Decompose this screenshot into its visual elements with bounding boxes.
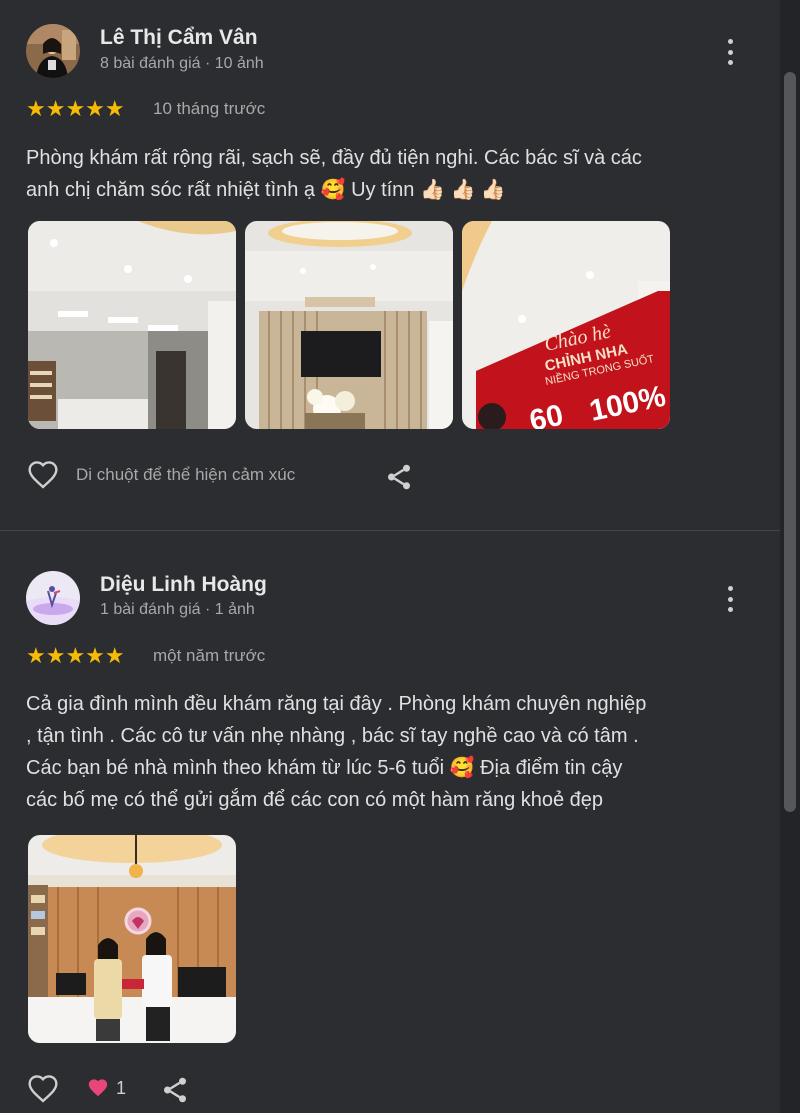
review-card: Diệu Linh Hoàng 1 bài đánh giá · 1 ảnh ★… [0, 531, 780, 1113]
reviewer-meta: 8 bài đánh giá · 10 ảnh [100, 55, 264, 72]
review-photo[interactable] [245, 221, 453, 429]
scrollbar-thumb[interactable] [784, 72, 796, 812]
share-icon [388, 464, 410, 490]
review-text: Cả gia đình mình đều khám răng tại đây .… [26, 688, 766, 816]
review-date: một năm trước [153, 646, 266, 665]
like-count[interactable]: 1 [86, 1077, 126, 1099]
share-icon [164, 1077, 186, 1103]
share-button[interactable] [160, 1075, 190, 1105]
star-rating: ★★★★★ [26, 643, 125, 668]
more-options-button[interactable] [718, 584, 742, 614]
heart-outline-icon [28, 1075, 58, 1103]
avatar[interactable] [26, 571, 80, 625]
reviewer-name[interactable]: Lê Thị Cẩm Vân [100, 26, 258, 50]
like-button[interactable]: Di chuột để thể hiện cảm xúc [26, 459, 295, 491]
heart-filled-icon [88, 1079, 108, 1097]
like-count-value: 1 [116, 1077, 127, 1098]
review-date: 10 tháng trước [153, 99, 266, 118]
review-text-line: Cả gia đình mình đều khám răng tại đây .… [26, 693, 647, 715]
review-text-line: Phòng khám rất rộng rãi, sạch sẽ, đầy đủ… [26, 147, 642, 169]
review-text: Phòng khám rất rộng rãi, sạch sẽ, đầy đủ… [26, 142, 766, 206]
heart-outline-icon [28, 461, 58, 489]
reaction-hint: Di chuột để thể hiện cảm xúc [76, 465, 296, 484]
avatar[interactable] [26, 24, 80, 78]
review-text-line: các bố mẹ có thể gửi gắm để các con có m… [26, 789, 604, 811]
share-button[interactable] [384, 462, 414, 492]
scrollbar-track[interactable] [780, 0, 800, 1113]
review-card: Lê Thị Cẩm Vân 8 bài đánh giá · 10 ảnh ★… [0, 0, 780, 530]
review-photo[interactable]: Chào hè CHỈNH NHA NIỀNG TRONG SUỐT 60 10… [462, 221, 670, 429]
star-rating: ★★★★★ [26, 96, 125, 121]
review-text-line: Các bạn bé nhà mình theo khám từ lúc 5-6… [26, 757, 623, 779]
more-options-button[interactable] [718, 37, 742, 67]
reviewer-meta: 1 bài đánh giá · 1 ảnh [100, 601, 255, 618]
review-text-line: anh chị chăm sóc rất nhiệt tình ạ 🥰 Uy t… [26, 179, 506, 201]
review-photo[interactable] [28, 221, 236, 429]
reviewer-name[interactable]: Diệu Linh Hoàng [100, 573, 267, 597]
review-text-line: , tận tình . Các cô tư vấn nhẹ nhàng , b… [26, 725, 639, 747]
like-button[interactable] [26, 1073, 60, 1105]
review-photo[interactable] [28, 835, 236, 1043]
